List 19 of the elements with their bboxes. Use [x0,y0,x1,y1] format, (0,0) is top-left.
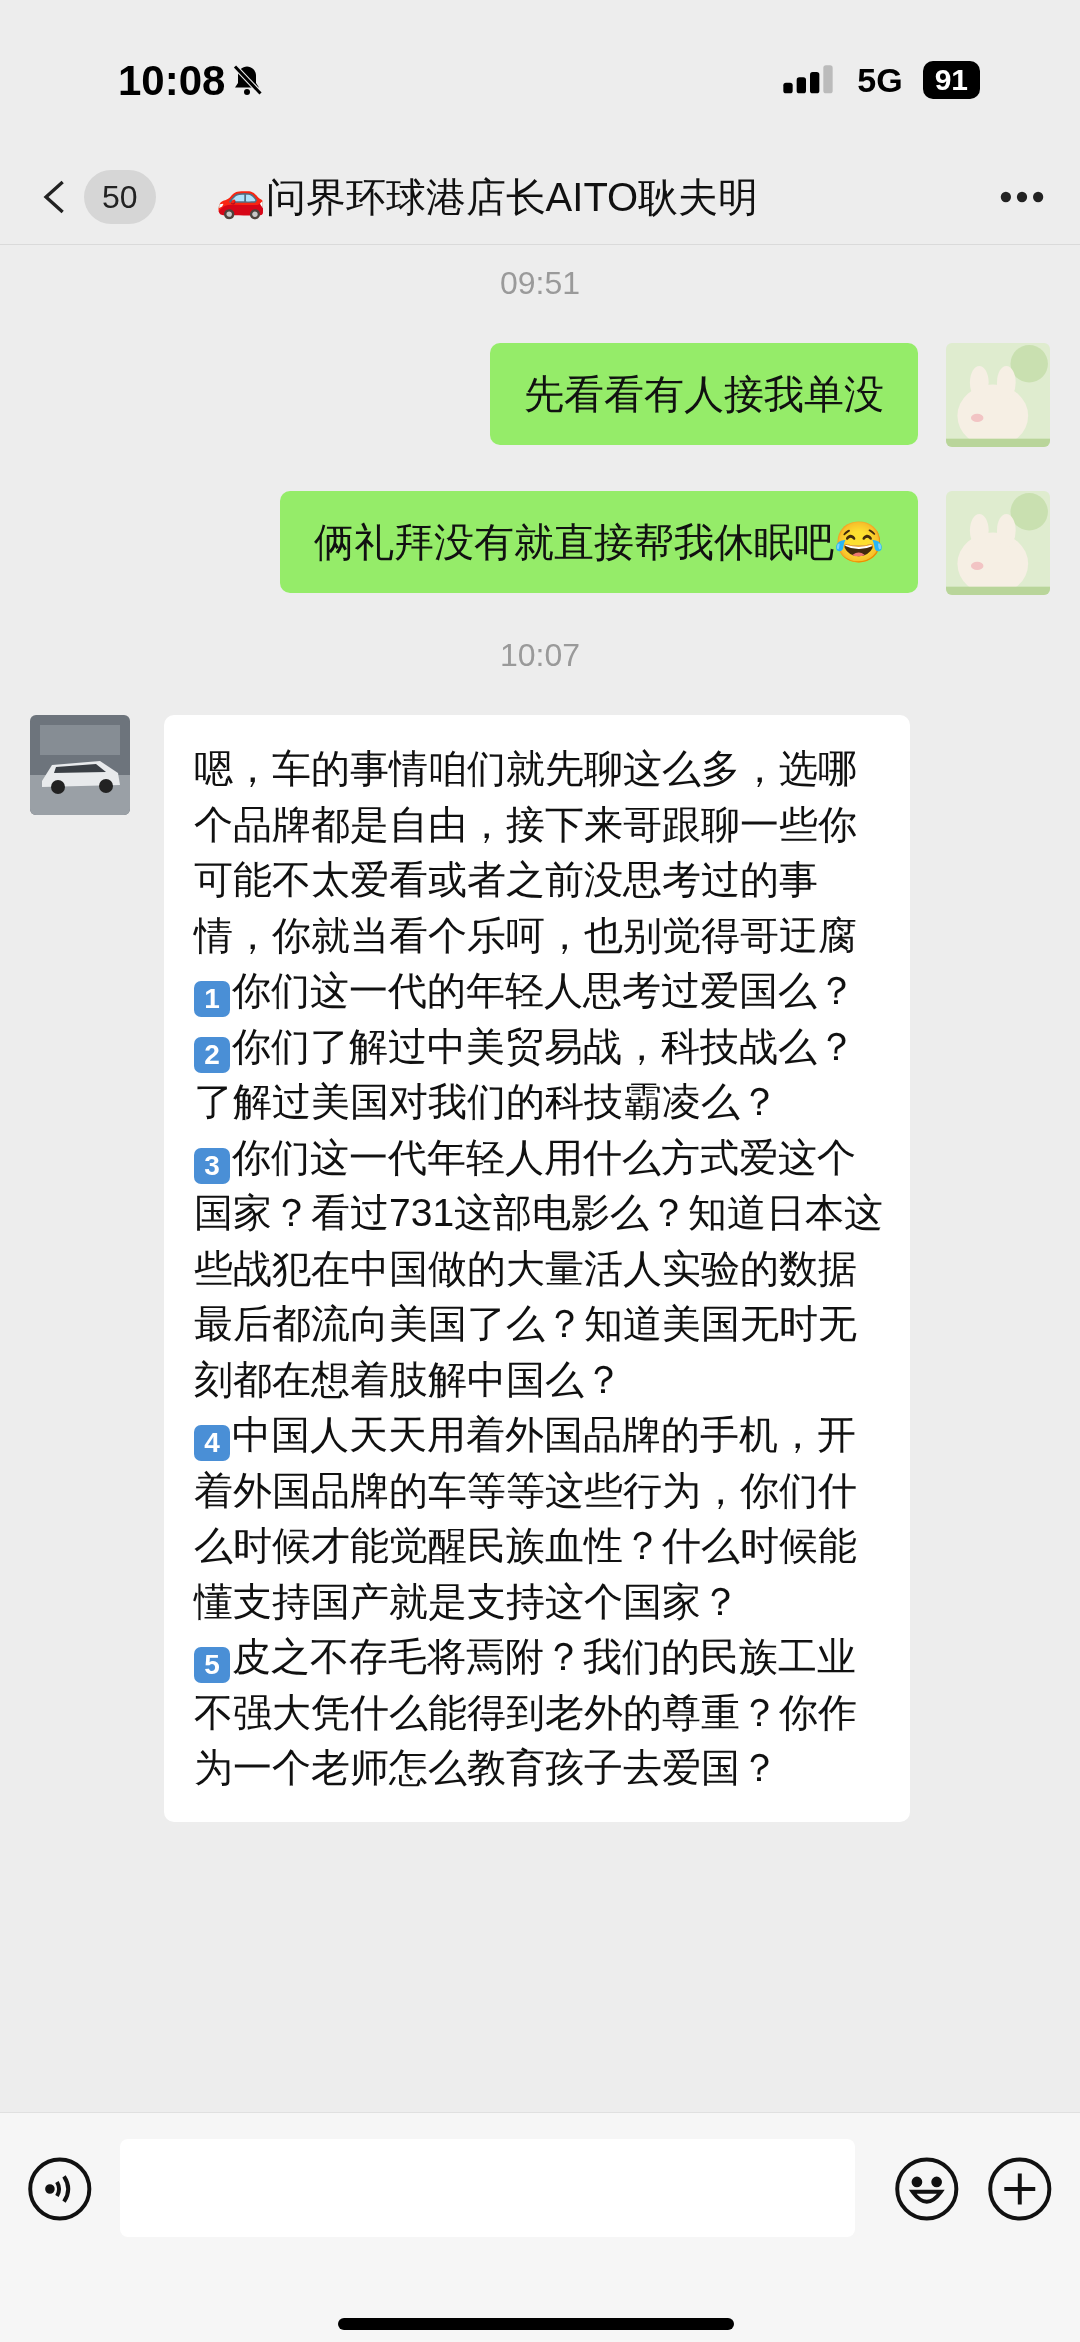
message-bubble: 先看看有人接我单没 [490,343,918,445]
timestamp: 09:51 [499,264,581,303]
clock: 10:08 [118,55,226,106]
chat-title: 🚗问界环球港店长AITO耿夫明 [215,174,760,222]
timestamp: 10:07 [499,636,581,675]
add-icon[interactable] [986,2155,1054,2223]
message-paragraph: 嗯，车的事情咱们就先聊这么多，选哪个品牌都是自由，接下来哥跟聊一些你可能不太爱看或者之前没思考过的事情，你就当看个乐呵，也别觉得哥迂腐 [194,746,858,959]
more-icon[interactable] [1000,191,1044,203]
unread-count: 50 [84,170,156,224]
message-paragraph: 4 中国人天天用着外国品牌的手机，开着外国品牌的车等等这些行为，你们什么时候才能觉醒民族血性？什么时候能懂支持国产就是支持这个国家？ [194,1412,858,1625]
battery-indicator: 91 [922,61,980,99]
voice-icon[interactable] [26,2155,94,2223]
emoji-icon[interactable] [892,2155,961,2223]
message-paragraph: 3 你们这一代年轻人用什么方式爱这个国家？看过731这部电影么？知道日本这些战犯在中国做的大量活人实验的数据最后都流向美国了么？知道美国无时无刻都在想着肢解中国么？ [194,1134,885,1403]
message-paragraph: 5 皮之不存毛将焉附？我们的民族工业不强大凭什么能得到老外的尊重？你作为一个老师怎么教育孩子去爱国？ [194,1634,858,1791]
network-type: 5G [857,59,903,101]
message-paragraph: 2 你们了解过中美贸易战，科技战么？了解过美国对我们的科技霸凌么？ [194,1023,857,1125]
message-paragraph: 1 你们这一代的年轻人思考过爱国么？ [194,963,886,1019]
message-bubble: 俩礼拜没有就直接帮我休眠吧😂 [280,491,918,593]
